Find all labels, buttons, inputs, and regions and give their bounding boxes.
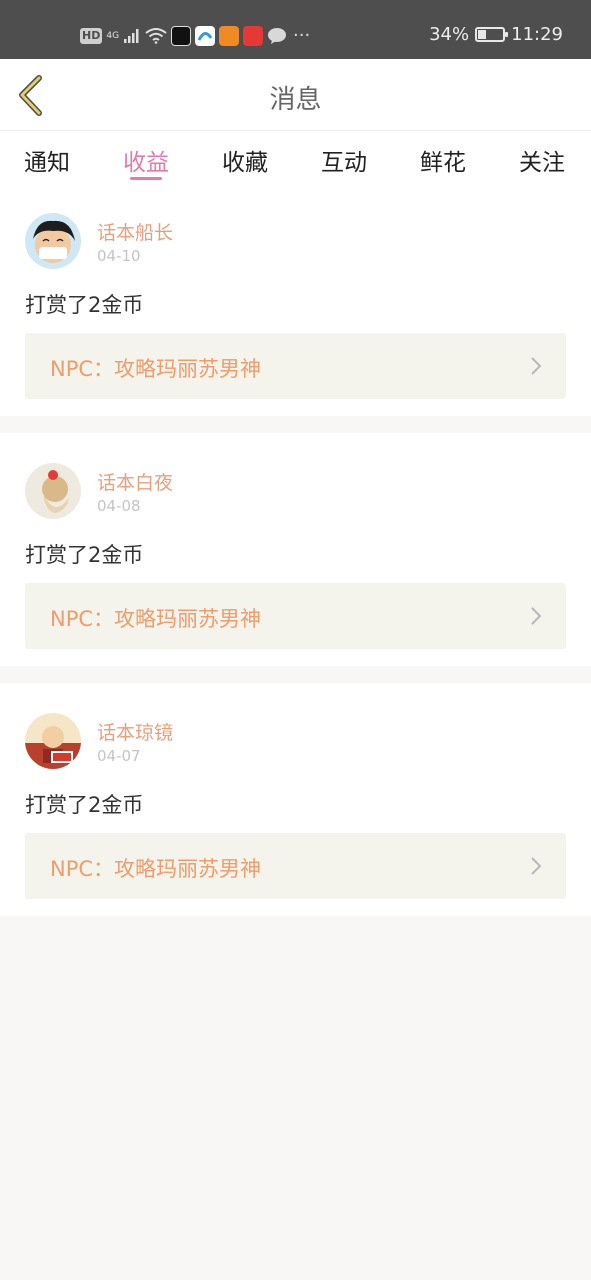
chat-bubble-icon [268, 28, 287, 44]
avatar[interactable] [25, 213, 81, 269]
work-title: NPC：攻略玛丽苏男神 [50, 607, 262, 631]
more-notifications-icon: ··· [293, 25, 311, 46]
message-card: 话本白夜 04-08 打赏了2金币 NPC：攻略玛丽苏男神 [0, 433, 591, 666]
hd-indicator: HD [80, 28, 103, 44]
work-title: NPC：攻略玛丽苏男神 [50, 857, 262, 881]
app-notification-icon-3 [219, 26, 240, 46]
chevron-right-icon [531, 607, 542, 625]
work-link[interactable]: NPC：攻略玛丽苏男神 [25, 333, 566, 399]
work-link[interactable]: NPC：攻略玛丽苏男神 [25, 833, 566, 899]
chevron-right-icon [531, 857, 542, 875]
tab-favorites[interactable]: 收藏 [222, 143, 268, 177]
avatar[interactable] [25, 463, 81, 519]
battery-icon [475, 27, 509, 42]
message-content: 打赏了2金币 [25, 793, 144, 817]
tab-flowers[interactable]: 鲜花 [420, 143, 466, 177]
chevron-right-icon [531, 357, 542, 375]
work-title: NPC：攻略玛丽苏男神 [50, 357, 262, 381]
tab-notifications[interactable]: 通知 [24, 143, 70, 177]
sender-name[interactable]: 话本船长 [97, 218, 173, 245]
message-card: 话本船长 04-10 打赏了2金币 NPC：攻略玛丽苏男神 [0, 183, 591, 416]
message-list: 话本船长 04-10 打赏了2金币 NPC：攻略玛丽苏男神 话本白夜 04-08… [0, 183, 591, 916]
avatar[interactable] [25, 713, 81, 769]
message-content: 打赏了2金币 [25, 293, 144, 317]
status-bar: HD 4G ··· 34% 11:29 [0, 0, 591, 59]
sender-name[interactable]: 话本琼镜 [97, 718, 173, 745]
active-tab-indicator [130, 177, 162, 180]
message-date: 04-07 [97, 747, 141, 765]
sender-name[interactable]: 话本白夜 [97, 468, 173, 495]
wifi-icon [145, 28, 167, 44]
status-right: 34% 11:29 [429, 24, 563, 45]
app-notification-icon-2 [195, 26, 216, 46]
message-date: 04-08 [97, 497, 141, 515]
status-icons: HD 4G ··· [80, 25, 310, 47]
tab-bar: 通知 收益 收藏 互动 鲜花 关注 [0, 131, 591, 183]
app-notification-icon-1 [171, 26, 192, 46]
message-card: 话本琼镜 04-07 打赏了2金币 NPC：攻略玛丽苏男神 [0, 683, 591, 916]
message-date: 04-10 [97, 247, 141, 265]
message-content: 打赏了2金币 [25, 543, 144, 567]
app-notification-icon-4 [243, 26, 264, 46]
tab-interactions[interactable]: 互动 [321, 143, 367, 177]
clock: 11:29 [511, 24, 563, 45]
signal-icon [124, 29, 139, 43]
battery-percent: 34% [429, 24, 470, 45]
tab-following[interactable]: 关注 [519, 143, 565, 177]
work-link[interactable]: NPC：攻略玛丽苏男神 [25, 583, 566, 649]
header: 消息 [0, 59, 591, 131]
network-type: 4G [106, 31, 120, 41]
page-title: 消息 [269, 85, 322, 115]
tab-earnings[interactable]: 收益 [123, 143, 169, 177]
